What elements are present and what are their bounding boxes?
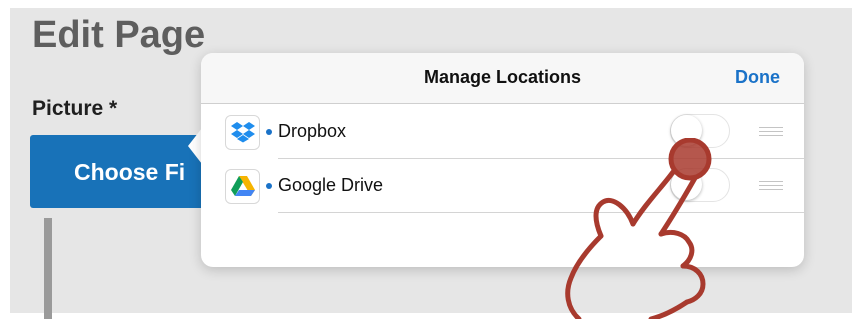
popover-title: Manage Locations (423, 67, 582, 87)
location-bullet (266, 183, 272, 189)
location-label-google-drive: Google Drive (278, 175, 384, 195)
popover-header: Manage Locations Done (201, 53, 804, 104)
dropbox-icon (225, 115, 260, 150)
picture-field-label: Picture * (32, 97, 118, 120)
drag-handle-icon[interactable] (759, 181, 783, 191)
drag-handle-icon[interactable] (759, 127, 783, 137)
page-title: Edit Page (32, 14, 206, 56)
row-divider (278, 212, 804, 213)
google-drive-icon (225, 169, 260, 204)
tap-gesture-hand-icon (565, 138, 712, 319)
popover-arrow (188, 128, 202, 164)
choose-file-label: Choose Fi (74, 159, 186, 185)
done-button[interactable]: Done (735, 67, 780, 88)
preview-placeholder-edge (44, 218, 52, 319)
location-label-dropbox: Dropbox (278, 121, 347, 141)
location-bullet (266, 129, 272, 135)
